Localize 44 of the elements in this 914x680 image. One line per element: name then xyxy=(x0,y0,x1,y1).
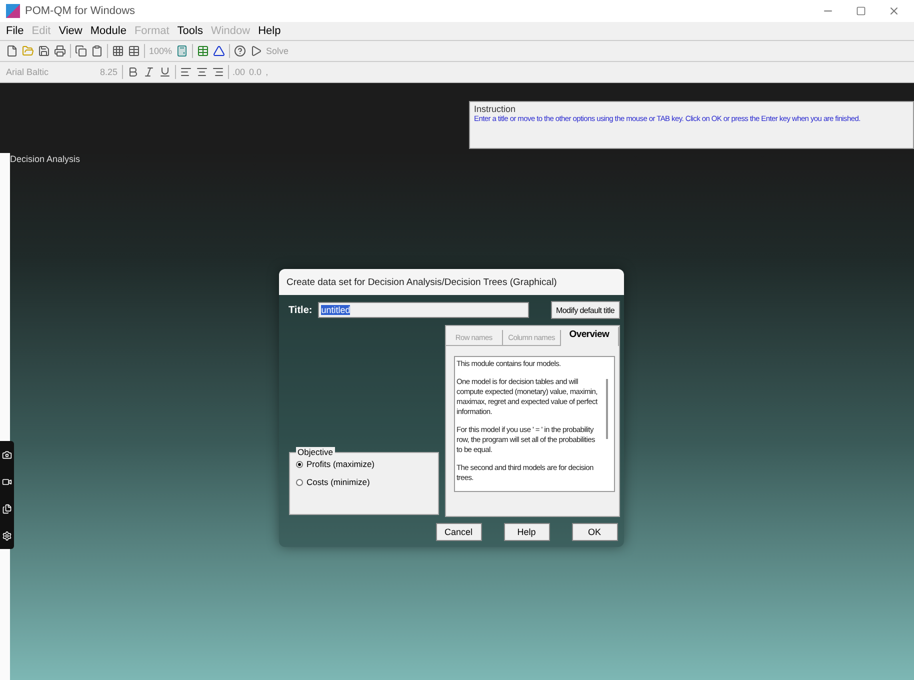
align-left-icon[interactable] xyxy=(180,66,192,78)
new-file-icon[interactable] xyxy=(6,45,18,57)
dialog-button[interactable]: Cancel xyxy=(436,523,482,541)
align-center-icon[interactable] xyxy=(196,66,208,78)
paste-icon[interactable] xyxy=(91,45,103,57)
triangle-icon[interactable] xyxy=(213,45,226,57)
camera-icon[interactable] xyxy=(2,450,12,460)
help-icon[interactable] xyxy=(234,45,246,57)
bold-icon[interactable] xyxy=(126,66,139,78)
menu-item[interactable]: Help xyxy=(258,25,281,37)
italic-icon[interactable] xyxy=(142,66,155,78)
objective-label: Objective xyxy=(296,447,335,457)
video-icon[interactable] xyxy=(2,476,12,486)
menu-item[interactable]: View xyxy=(58,25,82,37)
tab[interactable]: Overview xyxy=(560,327,619,346)
title-field[interactable]: untitled xyxy=(318,302,530,318)
calculator-icon[interactable] xyxy=(176,45,188,57)
copy-icon[interactable] xyxy=(75,45,87,57)
chart-icon[interactable] xyxy=(197,45,210,57)
document-title: Decision Analysis xyxy=(10,153,82,165)
menu-item[interactable]: Module xyxy=(90,25,126,37)
settings-icon[interactable] xyxy=(2,530,12,540)
close-icon xyxy=(888,5,900,17)
radio-option[interactable]: Profits (maximize) xyxy=(296,459,432,469)
restore-icon xyxy=(856,6,866,16)
play-icon[interactable] xyxy=(250,45,262,57)
dialog-button[interactable]: OK xyxy=(572,523,618,541)
align-right-icon[interactable] xyxy=(212,66,224,78)
table-icon[interactable] xyxy=(128,45,140,57)
print-icon[interactable] xyxy=(54,45,66,57)
radio-option[interactable]: Costs (minimize) xyxy=(296,477,432,487)
instruction-label: Instruction xyxy=(474,104,517,114)
underline-icon[interactable] xyxy=(158,66,171,78)
grid-icon[interactable] xyxy=(112,45,124,57)
pages-icon[interactable] xyxy=(2,504,12,514)
dialog-button[interactable]: Help xyxy=(504,523,550,541)
app-logo-icon xyxy=(6,4,20,18)
menu-item[interactable]: Tools xyxy=(177,25,203,37)
dialog-title: Create data set for Decision Analysis/Decision Trees (Graphical) xyxy=(278,269,624,295)
menu-item[interactable]: File xyxy=(6,25,24,37)
save-icon[interactable] xyxy=(38,45,50,57)
title-label: Title: xyxy=(288,304,312,316)
modify-title-button[interactable]: Modify default title xyxy=(551,301,620,319)
window-title: POM-QM for Windows xyxy=(25,5,136,17)
